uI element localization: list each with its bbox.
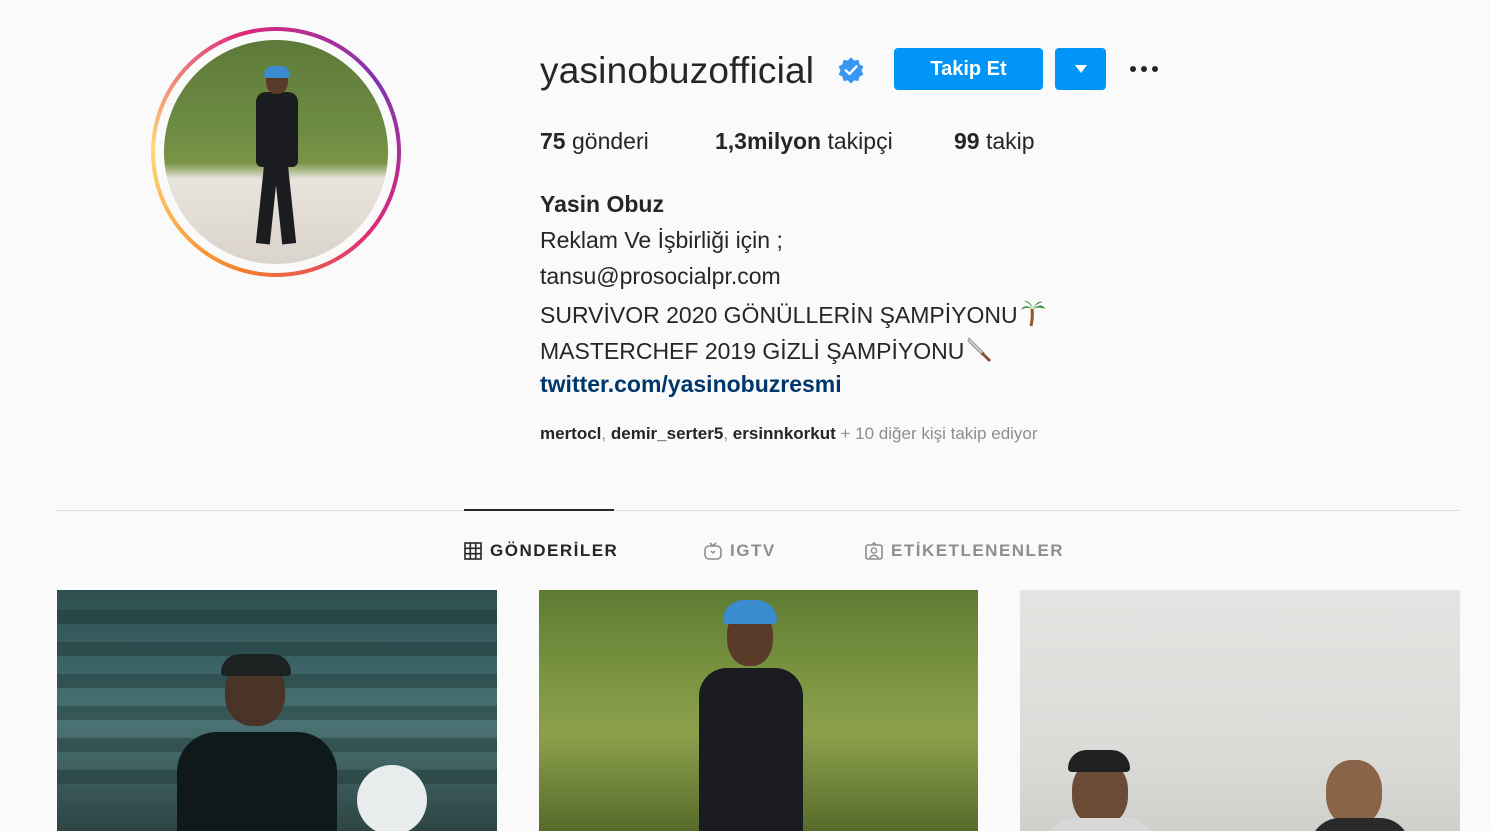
avatar-person (252, 66, 300, 248)
following-link[interactable]: 99 takip (954, 128, 1035, 155)
bio-website-link[interactable]: twitter.com/yasinobuzresmi (540, 371, 842, 398)
following-count-value: 99 (954, 128, 980, 154)
tab-posts-label: GÖNDERİLER (490, 541, 619, 560)
tab-posts[interactable]: GÖNDERİLER (464, 540, 618, 562)
igtv-icon (704, 542, 722, 560)
post-thumbnail[interactable] (57, 590, 497, 831)
post-thumbnail[interactable] (1020, 590, 1460, 831)
posts-count-value: 75 (540, 128, 566, 154)
more-dots-icon (1130, 66, 1136, 72)
bio-line: MASTERCHEF 2019 GİZLİ ŞAMPİYONU (540, 335, 994, 365)
bio-line-text: MASTERCHEF 2019 GİZLİ ŞAMPİYONU (540, 338, 965, 364)
avatar-photo (164, 40, 388, 264)
follower-username[interactable]: ersinnkorkut (733, 424, 836, 443)
post-thumbnail[interactable] (539, 590, 978, 831)
tab-igtv[interactable]: IGTV (704, 540, 776, 562)
bio-line: Reklam Ve İşbirliği için ; (540, 227, 783, 253)
profile-avatar[interactable] (151, 27, 401, 277)
chevron-down-icon (1074, 65, 1087, 73)
posts-count-label: gönderi (571, 128, 649, 154)
grid-icon (464, 542, 482, 560)
posts-count: 75 gönderi (540, 128, 649, 155)
follower-username[interactable]: mertocl (540, 424, 601, 443)
bio-line-text: SURVİVOR 2020 GÖNÜLLERİN ŞAMPİYONU (540, 302, 1018, 328)
tab-igtv-label: IGTV (730, 541, 776, 560)
followers-count-value: 1,3milyon (715, 128, 822, 154)
verified-badge-icon (838, 57, 864, 84)
palm-tree-icon (1020, 300, 1045, 327)
tab-tagged[interactable]: ETİKETLENENLER (865, 540, 1064, 562)
tab-tagged-label: ETİKETLENENLER (891, 541, 1065, 560)
profile-username: yasinobuzofficial (540, 50, 815, 91)
profile-full-name: Yasin Obuz (540, 191, 664, 217)
knife-icon (967, 337, 992, 362)
tabs-divider (57, 510, 1460, 511)
followed-by-rest: + 10 diğer kişi takip ediyor (840, 424, 1038, 443)
active-tab-indicator (464, 509, 614, 511)
suggestions-dropdown-button[interactable] (1055, 48, 1106, 90)
followers-count-label: takipçi (827, 128, 893, 154)
bio-email: tansu@prosocialpr.com (540, 263, 781, 289)
bio-line: SURVİVOR 2020 GÖNÜLLERİN ŞAMPİYONU (540, 299, 1046, 329)
following-count-label: takip (985, 128, 1035, 154)
followed-by-summary[interactable]: mertocl, demir_serter5, ersinnkorkut + 1… (540, 424, 1038, 444)
more-options-button[interactable] (1124, 56, 1164, 82)
tagged-user-icon (865, 542, 883, 560)
followers-link[interactable]: 1,3milyon takipçi (715, 128, 893, 155)
follower-username[interactable]: demir_serter5 (611, 424, 723, 443)
follow-button[interactable]: Takip Et (894, 48, 1043, 90)
